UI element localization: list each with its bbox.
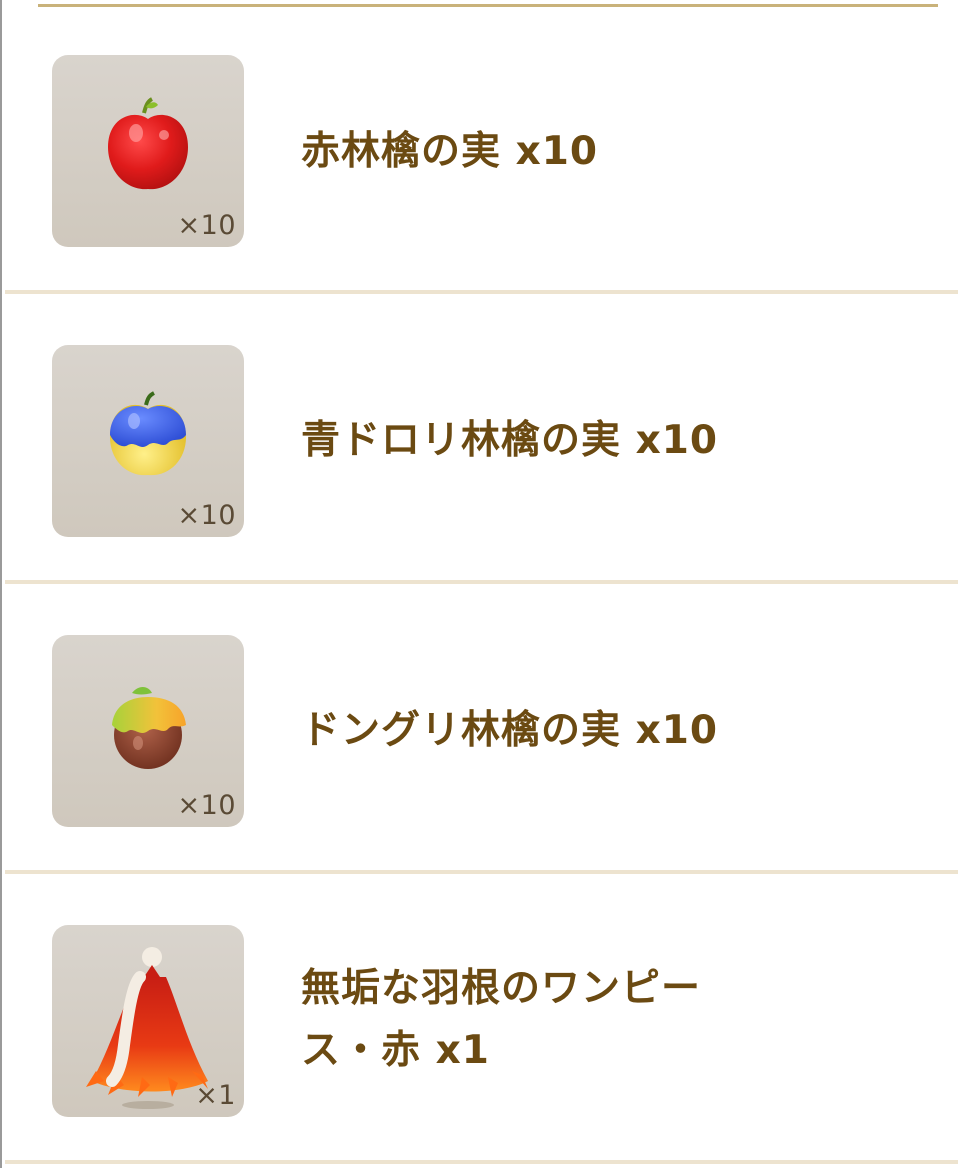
quantity-badge: ×10 xyxy=(177,500,236,531)
item-name: 青ドロリ林檎の実 x10 xyxy=(301,418,719,463)
left-edge-rule xyxy=(0,0,2,1168)
reward-row-feather-dress: ×1 無垢な羽根のワンピース・赤 x1 xyxy=(5,876,958,1164)
reward-row-blue-apple: ×10 青ドロリ林檎の実 x10 xyxy=(5,296,958,584)
reward-row-red-apple: ×10 赤林檎の実 x10 xyxy=(5,6,958,294)
item-name: 赤林檎の実 x10 xyxy=(301,129,599,174)
row-divider xyxy=(5,290,958,294)
item-tile: ×10 xyxy=(52,345,244,537)
item-name: 無垢な羽根のワンピース・赤 x1 xyxy=(301,966,702,1073)
item-tile: ×10 xyxy=(52,635,244,827)
row-divider xyxy=(5,870,958,874)
quantity-badge: ×10 xyxy=(177,790,236,821)
quantity-badge: ×10 xyxy=(177,210,236,241)
item-tile: ×10 xyxy=(52,55,244,247)
row-divider xyxy=(5,1160,958,1164)
quantity-badge: ×1 xyxy=(195,1080,236,1111)
item-name: ドングリ林檎の実 x10 xyxy=(301,708,719,753)
item-tile: ×1 xyxy=(52,925,244,1117)
reward-row-acorn-apple: ×10 ドングリ林檎の実 x10 xyxy=(5,586,958,874)
row-divider xyxy=(5,580,958,584)
rewards-list-page: ×10 赤林檎の実 x10 ×10 青ドロリ林檎の実 x10 ×10 ドングリ林… xyxy=(0,0,958,1168)
